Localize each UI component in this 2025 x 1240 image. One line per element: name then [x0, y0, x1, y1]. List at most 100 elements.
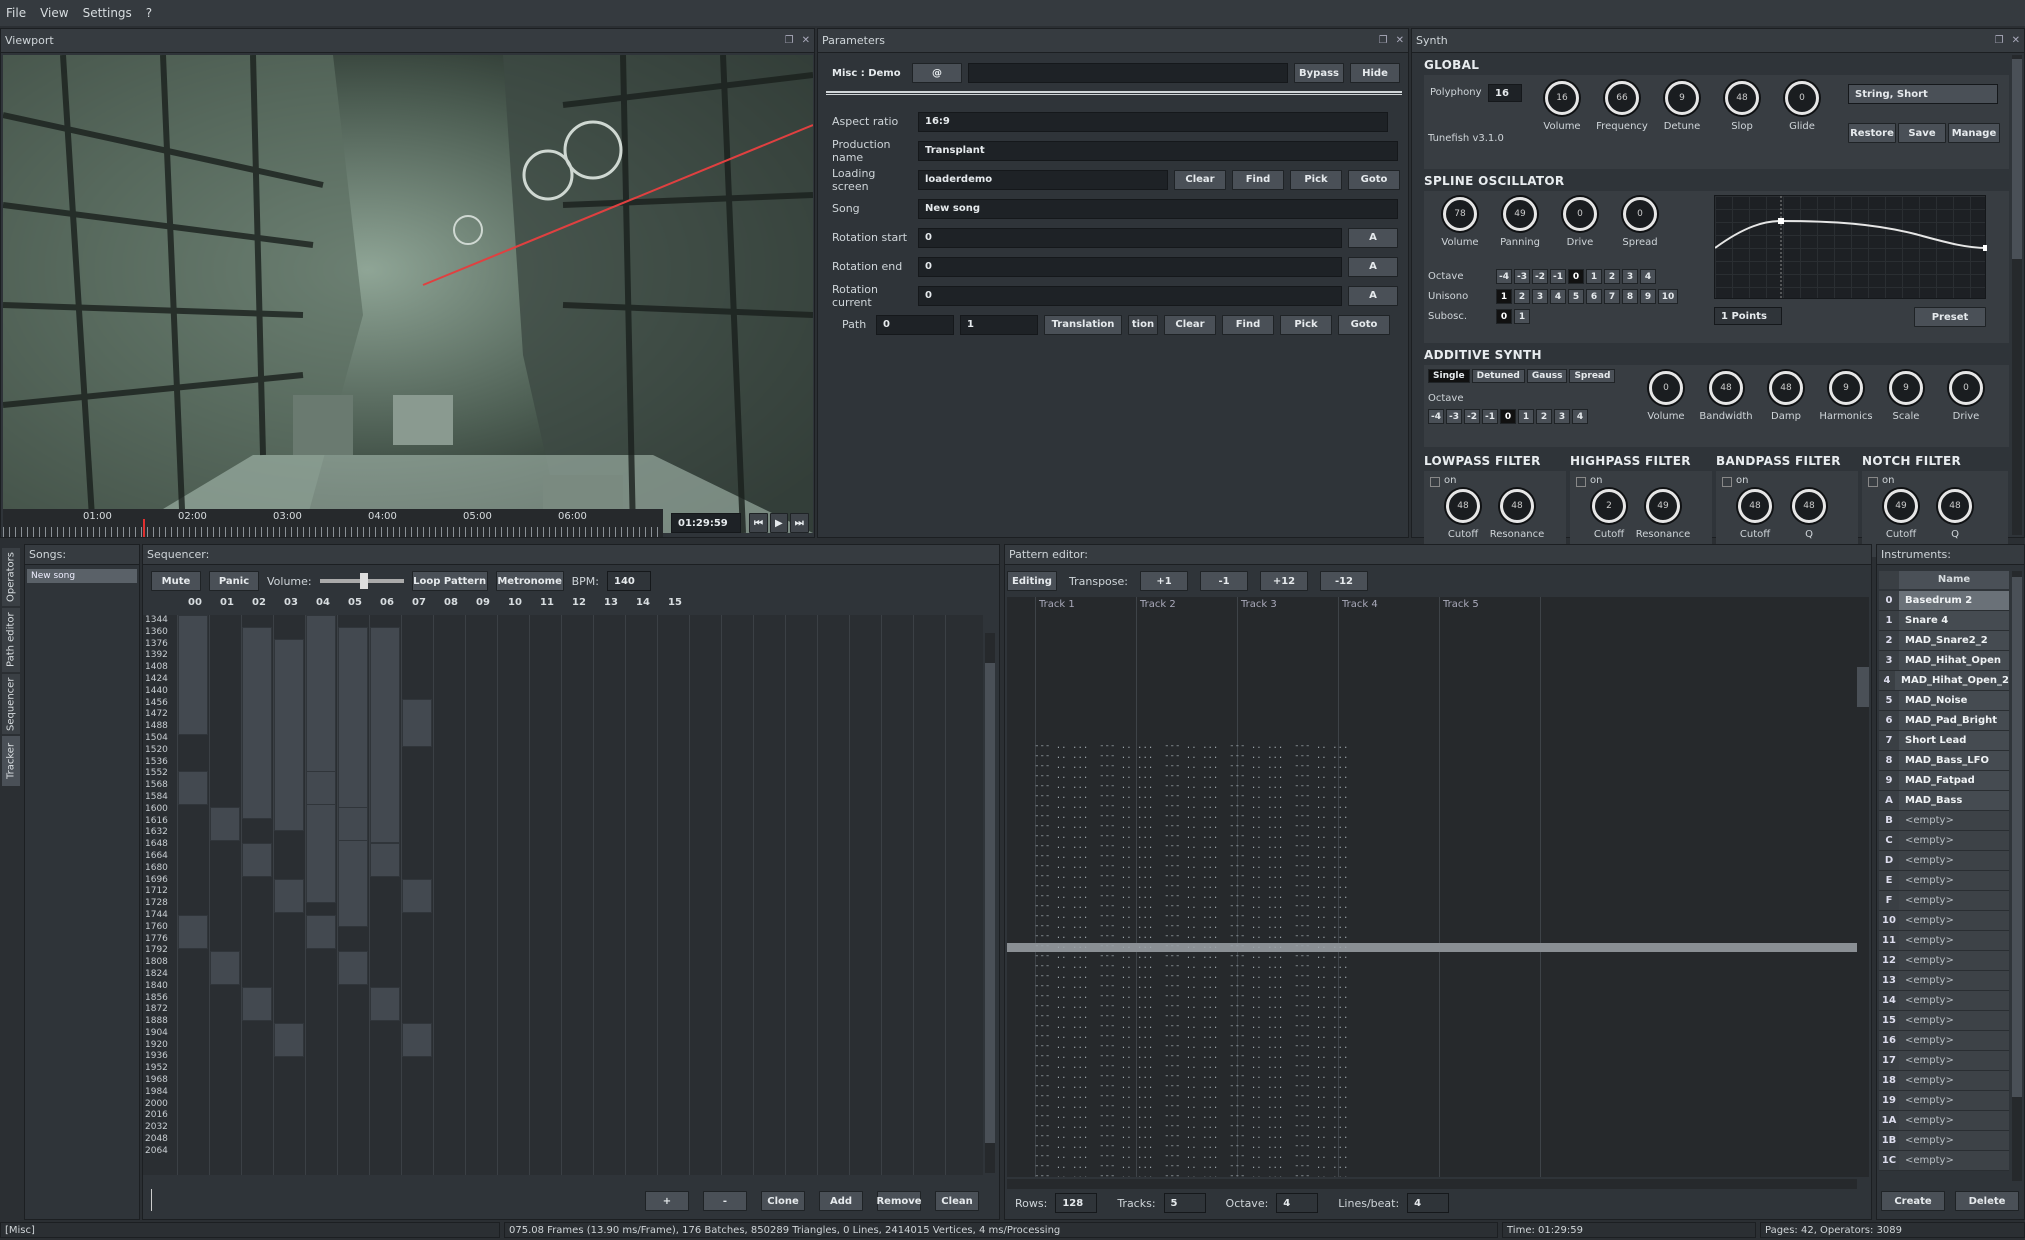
pattern-row[interactable]: --- .. ... --- .. ... --- .. ... --- .. … [1007, 901, 1857, 911]
bandwidth-knob[interactable]: 48 [1709, 371, 1743, 405]
clean-button[interactable]: Clean [935, 1191, 979, 1211]
find-button[interactable]: Find [1222, 314, 1274, 335]
hide-button[interactable]: Hide [1350, 63, 1400, 83]
cutoff-knob[interactable]: 48 [1446, 489, 1480, 523]
spread-knob[interactable]: 0 [1623, 197, 1657, 231]
pattern-row[interactable]: --- .. ... --- .. ... --- .. ... --- .. … [1007, 831, 1857, 841]
lpb-field[interactable]: 4 [1407, 1193, 1450, 1213]
preset-select[interactable]: String, Short [1848, 84, 1998, 104]
float-icon[interactable]: ❐ [1379, 35, 1388, 46]
pattern-row[interactable]: --- .. ... --- .. ... --- .. ... --- .. … [1007, 1001, 1857, 1011]
pattern-row[interactable]: --- .. ... --- .. ... --- .. ... --- .. … [1007, 971, 1857, 981]
tab-tracker[interactable]: Tracker [2, 736, 20, 786]
q-knob[interactable]: 48 [1938, 489, 1972, 523]
instrument-row[interactable]: 16 <empty> [1879, 1031, 2009, 1051]
animate-button[interactable]: A [1348, 227, 1398, 248]
pattern-row[interactable]: --- .. ... --- .. ... --- .. ... --- .. … [1007, 821, 1857, 831]
instrument-row[interactable]: B <empty> [1879, 811, 2009, 831]
spline-preset-button[interactable]: Preset [1914, 307, 1986, 327]
subosc-btn[interactable]: 1 [1514, 309, 1530, 324]
clear-button[interactable]: Clear [1164, 314, 1216, 335]
pattern-block[interactable] [210, 951, 240, 985]
pattern-row[interactable]: --- .. ... --- .. ... --- .. ... --- .. … [1007, 921, 1857, 931]
pattern-row[interactable]: --- .. ... --- .. ... --- .. ... --- .. … [1007, 1101, 1857, 1111]
pattern-block[interactable] [338, 807, 368, 841]
octave-btn[interactable]: -3 [1514, 269, 1530, 284]
instrument-row[interactable]: 1C <empty> [1879, 1151, 2009, 1171]
pattern-block[interactable] [178, 615, 208, 735]
rotation-current-field[interactable]: 0 [918, 285, 1342, 306]
pattern-row[interactable]: --- .. ... --- .. ... --- .. ... --- .. … [1007, 841, 1857, 851]
octave-btn[interactable]: 3 [1622, 269, 1638, 284]
resonance-knob[interactable]: 48 [1500, 489, 1534, 523]
cutoff-knob[interactable]: 49 [1884, 489, 1918, 523]
at-button[interactable]: @ [912, 63, 962, 83]
pick-button[interactable]: Pick [1280, 314, 1332, 335]
detune-knob[interactable]: 9 [1665, 81, 1699, 115]
pattern-row[interactable]: --- .. ... --- .. ... --- .. ... --- .. … [1007, 751, 1857, 761]
instrument-row[interactable]: 14 <empty> [1879, 991, 2009, 1011]
rows-field[interactable]: 128 [1055, 1193, 1098, 1213]
octave-btn[interactable]: 0 [1500, 409, 1516, 424]
slop-knob[interactable]: 48 [1725, 81, 1759, 115]
additive-volume-knob[interactable]: 0 [1649, 371, 1683, 405]
playhead[interactable] [143, 519, 145, 537]
filter-on-checkbox[interactable] [1576, 477, 1586, 487]
bpm-field[interactable]: 140 [607, 571, 652, 591]
pattern-hscrollbar[interactable] [1007, 1179, 1857, 1189]
loop-pattern-button[interactable]: Loop Pattern [411, 571, 488, 591]
pick-button[interactable]: Pick [1290, 169, 1342, 190]
points-field[interactable]: 1 Points [1714, 307, 1782, 325]
instrument-row[interactable]: 13 <empty> [1879, 971, 2009, 991]
transpose-plus1[interactable]: +1 [1140, 571, 1188, 591]
pattern-block[interactable] [306, 615, 336, 903]
pattern-row[interactable]: --- .. ... --- .. ... --- .. ... --- .. … [1007, 1151, 1857, 1161]
clear-button[interactable]: Clear [1174, 169, 1226, 190]
metronome-button[interactable]: Metronome [495, 571, 564, 591]
harmonics-knob[interactable]: 9 [1829, 371, 1863, 405]
pattern-row[interactable]: --- .. ... --- .. ... --- .. ... --- .. … [1007, 861, 1857, 871]
pattern-block[interactable] [402, 1023, 432, 1057]
menu-help[interactable]: ? [146, 6, 152, 20]
pattern-row[interactable]: --- .. ... --- .. ... --- .. ... --- .. … [1007, 1081, 1857, 1091]
pattern-block[interactable] [402, 699, 432, 747]
octave-btn[interactable]: -3 [1446, 409, 1462, 424]
unisono-btn[interactable]: 2 [1514, 289, 1530, 304]
rewind-icon[interactable]: ⏮ [749, 513, 768, 533]
clone-button[interactable]: Clone [761, 1191, 805, 1211]
timeline[interactable]: 01:00 02:00 03:00 04:00 05:00 06:00 [3, 509, 663, 537]
volume-slider[interactable] [319, 573, 404, 589]
sequencer-grid[interactable]: 1344 1360 1376 1392 1408 1424 1440 1456 1472 1488… [143, 615, 983, 1175]
pattern-row[interactable]: --- .. ... --- .. ... --- .. ... --- .. … [1007, 1171, 1857, 1177]
pattern-block[interactable] [242, 987, 272, 1021]
octave-btn[interactable]: 2 [1536, 409, 1552, 424]
instrument-row[interactable]: 19 <empty> [1879, 1091, 2009, 1111]
pattern-block[interactable] [210, 807, 240, 841]
transpose-plus12[interactable]: +12 [1260, 571, 1308, 591]
pattern-block[interactable] [338, 951, 368, 985]
transpose-minus12[interactable]: -12 [1320, 571, 1368, 591]
unisono-btn[interactable]: 7 [1604, 289, 1620, 304]
pattern-row[interactable]: --- .. ... --- .. ... --- .. ... --- .. … [1007, 1061, 1857, 1071]
instrument-row[interactable]: 9 MAD_Fatpad [1879, 771, 2009, 791]
octave-btn[interactable]: 1 [1518, 409, 1534, 424]
close-icon[interactable]: ✕ [802, 35, 810, 46]
song-item[interactable]: New song [27, 569, 137, 583]
pattern-row[interactable]: --- .. ... --- .. ... --- .. ... --- .. … [1007, 961, 1857, 971]
pattern-row[interactable]: --- .. ... --- .. ... --- .. ... --- .. … [1007, 891, 1857, 901]
play-icon[interactable]: ▶ [770, 513, 788, 533]
instrument-row[interactable]: 11 <empty> [1879, 931, 2009, 951]
pattern-row[interactable]: --- .. ... --- .. ... --- .. ... --- .. … [1007, 791, 1857, 801]
pattern-block[interactable] [370, 627, 400, 843]
pattern-block[interactable] [274, 639, 304, 831]
octave-btn[interactable]: 3 [1554, 409, 1570, 424]
transpose-minus1[interactable]: -1 [1200, 571, 1248, 591]
menu-file[interactable]: File [6, 6, 26, 20]
pattern-row[interactable]: --- .. ... --- .. ... --- .. ... --- .. … [1007, 851, 1857, 861]
pattern-row[interactable]: --- .. ... --- .. ... --- .. ... --- .. … [1007, 771, 1857, 781]
mode-spread[interactable]: Spread [1569, 369, 1616, 383]
instrument-row[interactable]: 18 <empty> [1879, 1071, 2009, 1091]
pattern-block[interactable] [274, 879, 304, 913]
float-icon[interactable]: ❐ [785, 35, 794, 46]
pattern-block[interactable] [306, 771, 336, 805]
